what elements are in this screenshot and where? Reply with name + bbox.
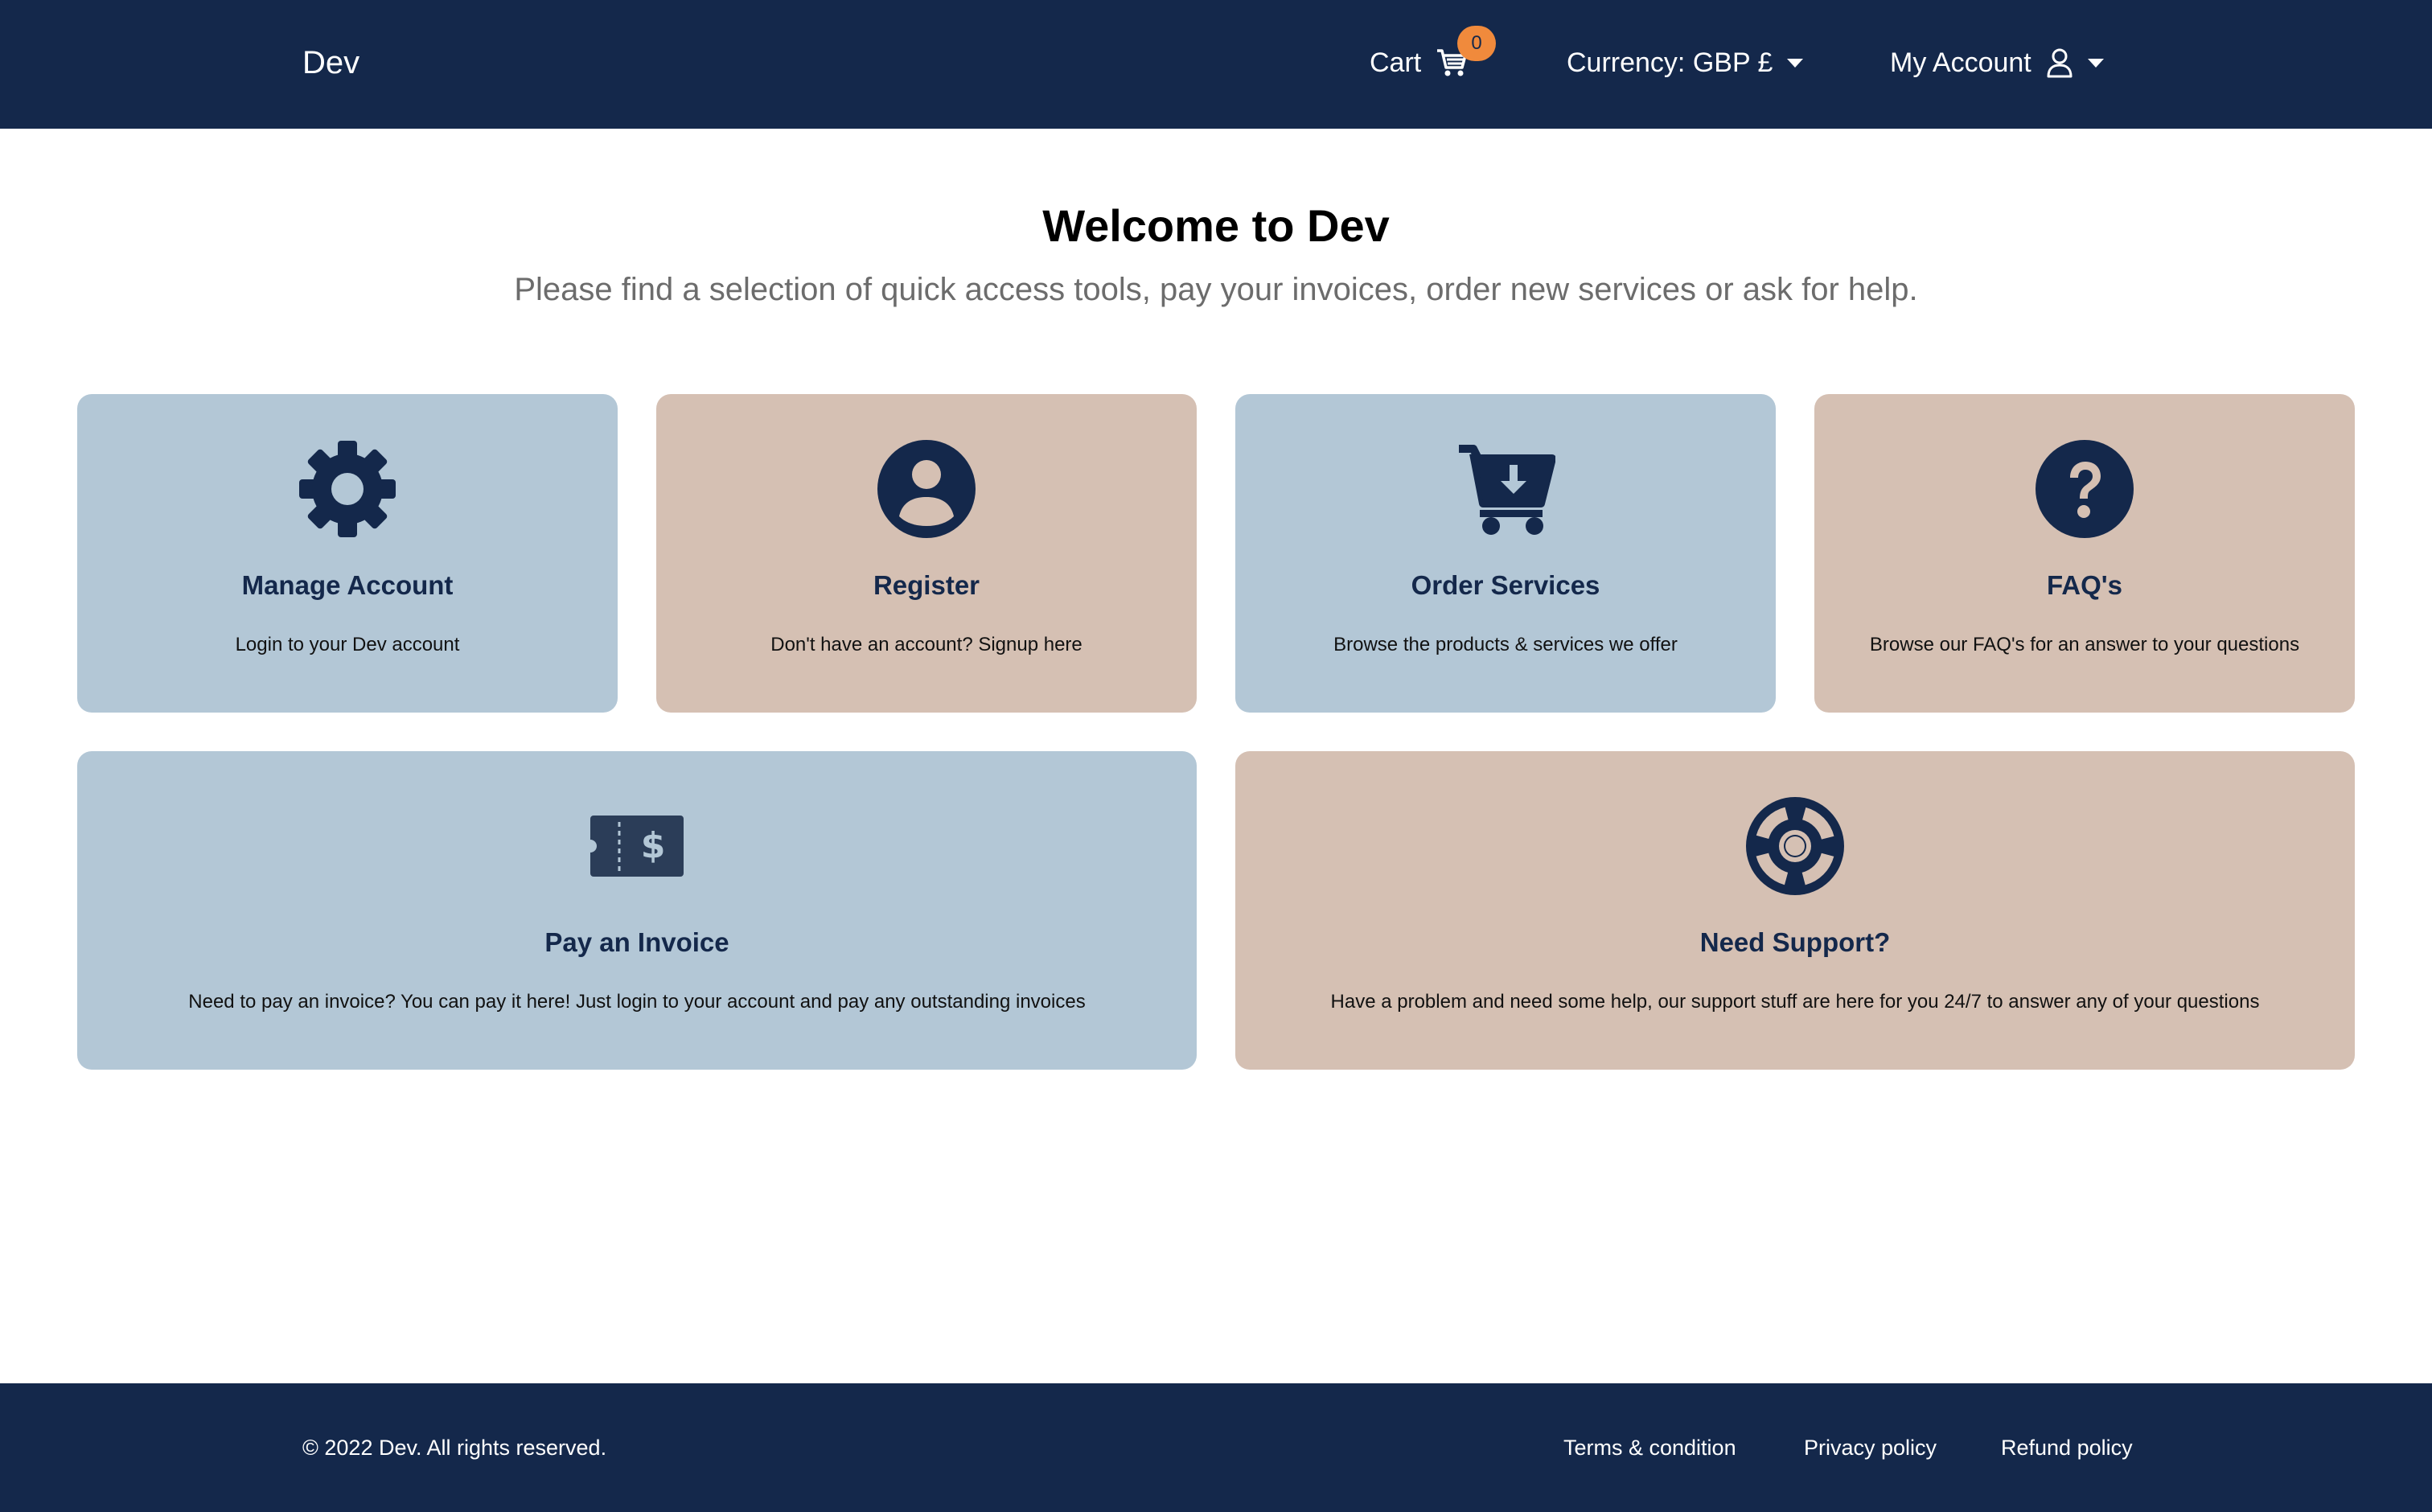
card-description: Have a problem and need some help, our s… [1330,991,2260,1013]
ticket-dollar-icon: $ [77,796,1197,896]
brand-logo[interactable]: Dev [302,40,359,85]
gear-icon [77,439,618,539]
chevron-down-icon [1787,58,1804,68]
currency-dropdown[interactable]: Currency: GBP £ [1567,40,1804,85]
cart-count-badge: 0 [1457,26,1496,61]
top-navbar: Dev Cart 0 Currency: GBP £ My Account [0,0,2432,129]
card-title: Need Support? [1699,927,1891,957]
faq-card[interactable]: FAQ's Browse our FAQ's for an answer to … [1814,394,2355,713]
cart-download-icon [1235,439,1776,539]
card-description: Login to your Dev account [235,634,460,655]
card-description: Browse the products & services we offer [1333,634,1678,655]
currency-label: Currency: GBP £ [1567,47,1773,78]
terms-link[interactable]: Terms & condition [1563,1432,1736,1464]
cart-label: Cart [1370,47,1422,78]
register-card[interactable]: Register Don't have an account? Signup h… [656,394,1197,713]
svg-text:$: $ [641,825,666,866]
footer: © 2022 Dev. All rights reserved. Terms &… [0,1383,2432,1512]
user-circle-icon [656,439,1197,539]
card-title: Manage Account [241,570,454,600]
card-title: Order Services [1411,570,1600,600]
card-description: Don't have an account? Signup here [770,634,1082,655]
user-icon [2046,47,2073,78]
manage-account-card[interactable]: Manage Account Login to your Dev account [77,394,618,713]
my-account-dropdown[interactable]: My Account [1890,40,2104,85]
life-ring-icon [1235,796,2355,896]
order-services-card[interactable]: Order Services Browse the products & ser… [1235,394,1776,713]
card-description: Need to pay an invoice? You can pay it h… [188,991,1086,1013]
account-label: My Account [1890,47,2031,78]
page-subtitle: Please find a selection of quick access … [514,272,1918,307]
cart-link[interactable]: Cart [1370,40,1468,85]
question-circle-icon [1814,439,2355,539]
page-title: Welcome to Dev [1042,200,1390,251]
refund-policy-link[interactable]: Refund policy [2001,1432,2133,1464]
privacy-policy-link[interactable]: Privacy policy [1804,1432,1937,1464]
card-title: Register [873,570,980,600]
card-title: FAQ's [2046,570,2123,600]
copyright-text: © 2022 Dev. All rights reserved. [302,1436,607,1460]
card-title: Pay an Invoice [544,927,729,957]
chevron-down-icon [2087,58,2104,68]
card-description: Browse our FAQ's for an answer to your q… [1869,634,2300,655]
support-card[interactable]: Need Support? Have a problem and need so… [1235,751,2355,1070]
pay-invoice-card[interactable]: $ Pay an Invoice Need to pay an invoice?… [77,751,1197,1070]
